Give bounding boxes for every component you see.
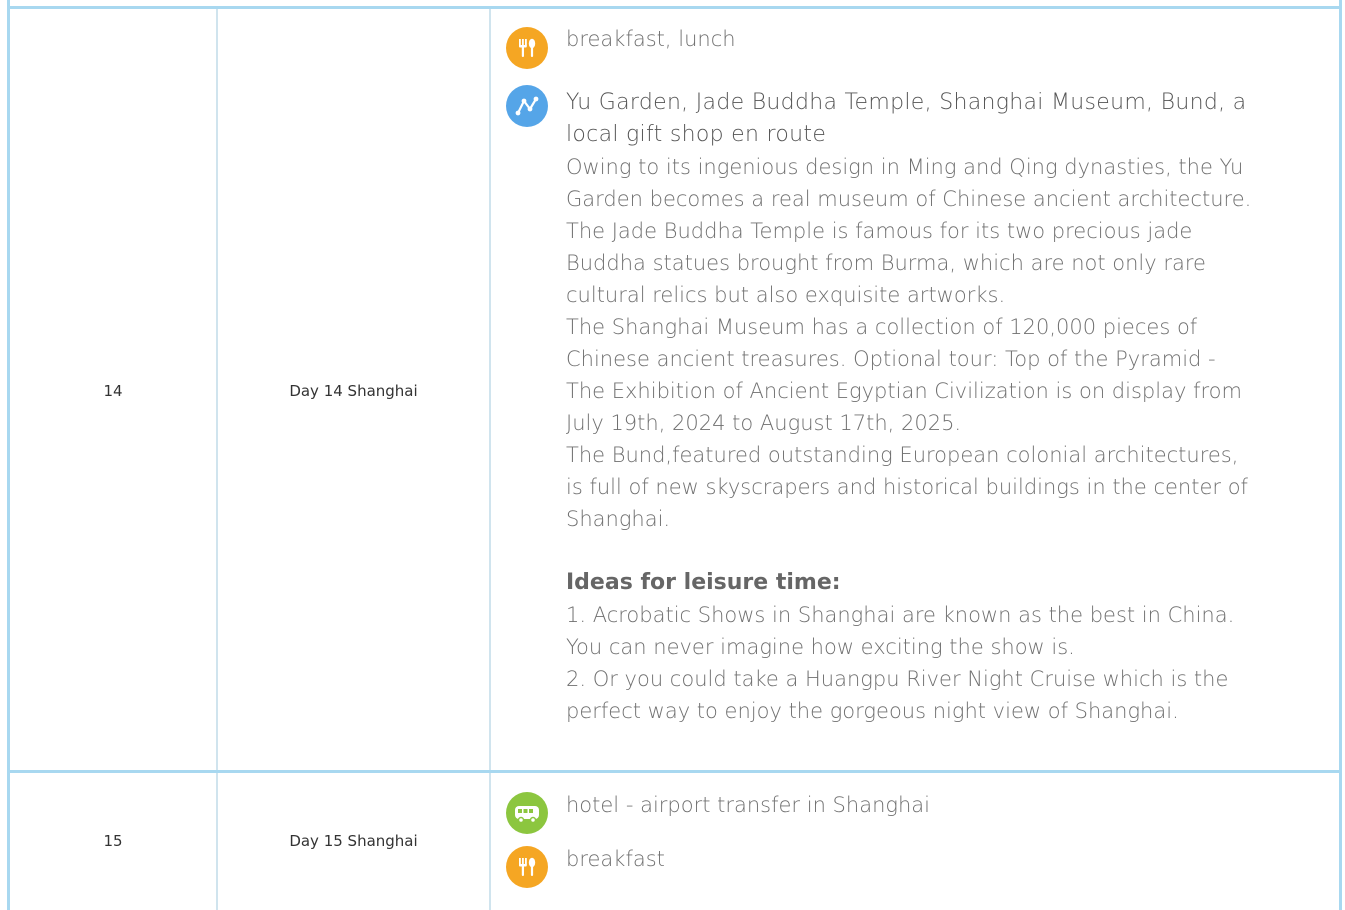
leisure-item: 1. Acrobatic Shows in Shanghai are known…	[566, 603, 1235, 659]
leisure-list: 1. Acrobatic Shows in Shanghai are known…	[566, 599, 1256, 727]
description-jade-buddha: The Jade Buddha Temple is famous for its…	[566, 219, 1206, 307]
sights-title: Yu Garden, Jade Buddha Temple, Shanghai …	[566, 90, 1247, 147]
meal-text: breakfast	[566, 847, 665, 871]
sights-descriptions: Owing to its ingenious design in Ming an…	[566, 151, 1256, 535]
day-detail-cell: hotel - airport transfer in Shanghai bre…	[491, 773, 1339, 910]
day-title: Day 15 Shanghai	[289, 832, 418, 850]
itinerary-table: 14 Day 14 Shanghai breakfast, lunch Yu G…	[7, 0, 1342, 910]
fork-knife-icon	[506, 27, 548, 69]
day-number-cell: 14	[10, 9, 218, 773]
route-icon	[506, 85, 548, 127]
description-yu-garden: Owing to its ingenious design in Ming an…	[566, 155, 1252, 211]
day-title-cell: Day 14 Shanghai	[218, 9, 491, 773]
transfer-text: hotel - airport transfer in Shanghai	[566, 793, 930, 817]
day-detail-cell: breakfast, lunch Yu Garden, Jade Buddha …	[491, 9, 1339, 773]
day-title-cell: Day 15 Shanghai	[218, 773, 491, 910]
bus-icon	[506, 792, 548, 834]
description-shanghai-museum: The Shanghai Museum has a collection of …	[566, 315, 1242, 435]
meal-text: breakfast, lunch	[566, 27, 736, 51]
table-row: 15 Day 15 Shanghai hotel - airport trans	[10, 770, 1339, 910]
table-row: 14 Day 14 Shanghai breakfast, lunch Yu G…	[10, 6, 1339, 773]
leisure-item: 2. Or you could take a Huangpu River Nig…	[566, 667, 1229, 723]
day-number: 15	[103, 832, 123, 850]
fork-knife-icon	[506, 846, 548, 888]
description-bund: The Bund,featured outstanding European c…	[566, 443, 1248, 531]
leisure-title: Ideas for leisure time:	[566, 570, 841, 595]
day-number-cell: 15	[10, 773, 218, 910]
day-number: 14	[103, 382, 123, 400]
sightseeing-content: Yu Garden, Jade Buddha Temple, Shanghai …	[566, 87, 1256, 727]
day-title: Day 14 Shanghai	[289, 382, 418, 400]
